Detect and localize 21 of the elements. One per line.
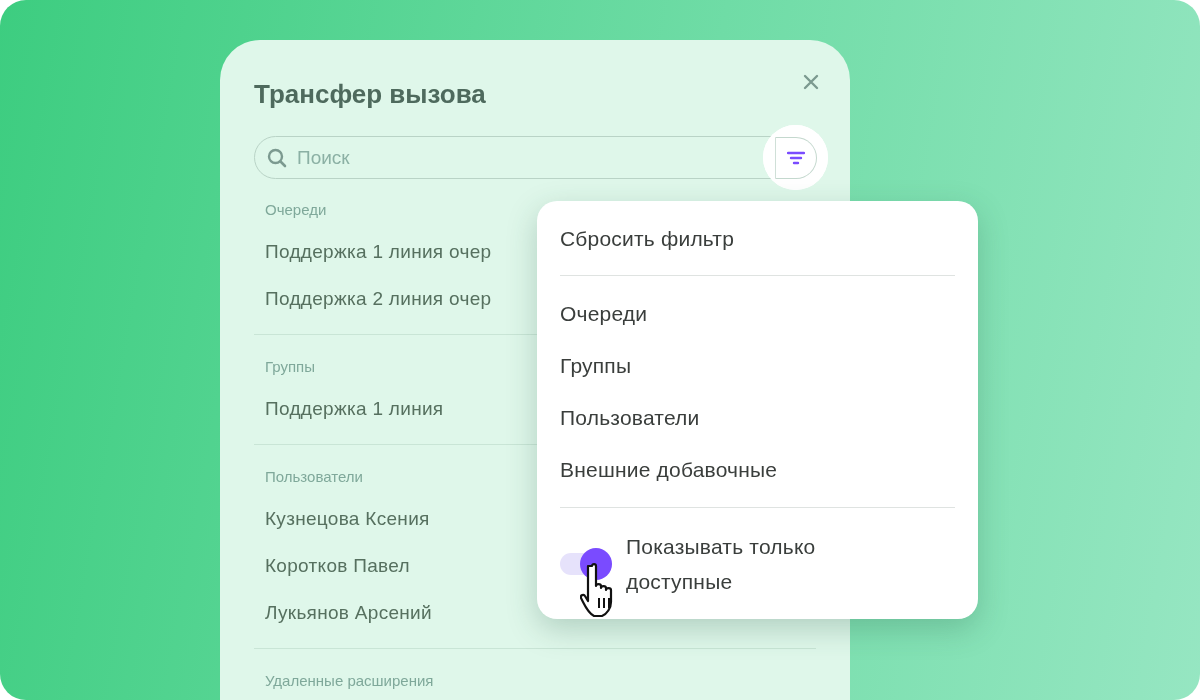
filter-option[interactable]: Группы xyxy=(560,340,632,392)
filter-option[interactable]: Пользователи xyxy=(560,392,700,444)
section-heading: Очереди xyxy=(264,201,327,219)
close-icon xyxy=(803,74,819,90)
toggle-label: Показывать только доступные xyxy=(626,534,817,595)
section-heading: Пользователи xyxy=(264,468,363,486)
filter-option[interactable]: Очереди xyxy=(560,288,648,340)
list-item[interactable]: Поддержка 2 линия очер xyxy=(254,275,492,323)
filter-icon xyxy=(786,150,805,165)
search-icon xyxy=(267,147,287,168)
list-item[interactable]: Коротков Павел xyxy=(254,542,410,590)
list-item[interactable]: Кузнецова Ксения xyxy=(254,495,430,543)
list-item[interactable]: Поддержка 1 линия xyxy=(254,385,444,433)
reset-filter-item[interactable]: Сбросить фильтр xyxy=(560,220,735,258)
list-item[interactable]: Лукьянов Арсений xyxy=(254,589,432,637)
section-heading: Удаленные расширения xyxy=(264,672,434,690)
close-button[interactable] xyxy=(801,72,821,92)
list-item[interactable]: Поддержка 1 линия очер xyxy=(254,228,492,276)
filter-option[interactable]: Внешние добавочные xyxy=(560,444,778,496)
section-heading: Группы xyxy=(264,358,315,376)
dialog-title: Трансфер вызова xyxy=(254,78,486,110)
